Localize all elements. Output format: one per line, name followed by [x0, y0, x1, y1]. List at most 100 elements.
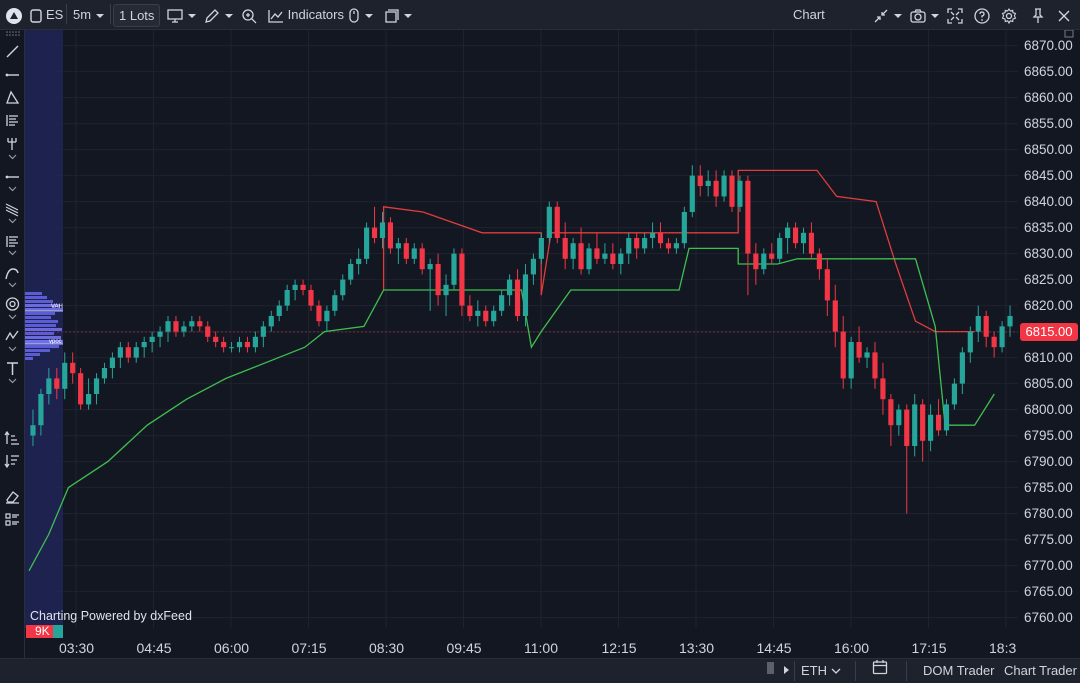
candle-body: [38, 394, 44, 426]
candle-body: [649, 232, 656, 238]
fib-levels-icon[interactable]: [4, 233, 21, 250]
drawing-toolbar: [0, 30, 25, 658]
help-button[interactable]: [974, 0, 990, 29]
long-position-icon[interactable]: [4, 430, 21, 447]
chart-trader-button[interactable]: Chart Trader: [1004, 659, 1077, 683]
price-tick-label: 6790.00: [1024, 454, 1073, 469]
symbol-button[interactable]: ES: [46, 0, 63, 29]
candle-body: [93, 378, 100, 394]
candle-body: [316, 305, 322, 322]
candle-body: [570, 243, 576, 259]
candle-body: [387, 222, 394, 249]
price-tick-label: 6870.00: [1024, 38, 1073, 53]
indicators-button[interactable]: Indicators: [268, 0, 344, 29]
candle-body: [729, 175, 735, 207]
drag-handle-icon[interactable]: [4, 30, 21, 38]
time-scale[interactable]: 03:30 04:45 06:00 07:15 08:30 09:45 11:00 12:15…: [59, 640, 1016, 656]
zoom-button[interactable]: [241, 0, 257, 29]
price-tick-label: 6825.00: [1024, 272, 1073, 287]
price-tick-label: 6810.00: [1024, 350, 1073, 365]
fullscreen-button[interactable]: [873, 0, 903, 29]
candle-body: [594, 248, 600, 259]
candle-body: [991, 336, 997, 348]
price-chart[interactable]: VAH vpoc 6870.00 6865.00 6860.00 6855.00 685…: [25, 30, 1080, 658]
screenshot-button[interactable]: [910, 0, 940, 29]
horizontal-line-icon[interactable]: [4, 66, 21, 83]
price-tick-label: 6775.00: [1024, 532, 1073, 547]
expand-button[interactable]: [947, 0, 963, 29]
calendar-button[interactable]: [872, 659, 888, 683]
drawing-tool-button[interactable]: [204, 0, 234, 29]
zoom-in-icon: [242, 8, 257, 24]
candle-body: [348, 264, 354, 280]
time-tick-label: 08:30: [369, 640, 404, 656]
chevron-down-icon[interactable]: [8, 314, 17, 320]
candle-body: [244, 342, 251, 348]
dom-trader-button[interactable]: DOM Trader: [923, 659, 995, 683]
target-icon[interactable]: [4, 296, 21, 313]
price-tick-label: 6800.00: [1024, 402, 1073, 417]
chevron-down-icon[interactable]: [8, 186, 17, 192]
triangle-icon[interactable]: [4, 89, 21, 106]
time-tick-label: 11:00: [524, 640, 558, 656]
chevron-down-icon[interactable]: [8, 154, 17, 160]
candle-body: [721, 175, 727, 197]
text-icon[interactable]: [4, 360, 21, 377]
interval-button[interactable]: 5m: [73, 0, 105, 29]
chevron-down-icon: [831, 668, 841, 674]
settings-button[interactable]: [1001, 0, 1017, 29]
candle-body: [943, 404, 950, 431]
lots-input[interactable]: 1 Lots: [113, 4, 161, 27]
chevron-down-icon[interactable]: [8, 346, 17, 352]
parallel-channel-icon[interactable]: [4, 201, 21, 218]
time-tick-label: 09:45: [447, 640, 482, 656]
session-select[interactable]: ETH: [801, 659, 841, 683]
app-logo-icon[interactable]: [5, 0, 23, 29]
price-tick-label: 6865.00: [1024, 64, 1073, 79]
candle-body: [967, 331, 973, 353]
symbol-search-icon[interactable]: [30, 0, 42, 29]
replay-button[interactable]: [348, 0, 374, 29]
candle-body: [681, 212, 687, 244]
play-arrow-icon[interactable]: [783, 659, 791, 683]
close-button[interactable]: [1058, 0, 1070, 29]
price-tick-label: 6805.00: [1024, 376, 1073, 391]
chart-type-icon: [167, 8, 183, 23]
candle-body: [999, 326, 1005, 348]
object-tree-icon[interactable]: [4, 511, 21, 528]
chevron-down-icon[interactable]: [8, 218, 17, 224]
trend-line-icon[interactable]: [4, 43, 21, 60]
chevron-down-icon[interactable]: [8, 282, 17, 288]
candle-body: [133, 347, 139, 358]
candle-body: [753, 253, 759, 270]
help-icon: [974, 7, 990, 24]
layout-button[interactable]: [385, 0, 413, 29]
volume-badge: 9K: [26, 625, 63, 638]
chevron-down-icon: [95, 13, 104, 18]
candle-body: [252, 336, 258, 348]
price-tick-label: 6765.00: [1024, 584, 1073, 599]
price-tick-label: 6840.00: [1024, 194, 1073, 209]
scale-settings-icon[interactable]: [1064, 30, 1074, 38]
candle-body: [816, 253, 822, 270]
chart-type-button[interactable]: [167, 0, 197, 29]
short-position-icon[interactable]: [4, 453, 21, 470]
candle-body: [697, 175, 703, 186]
chevron-down-icon: [893, 13, 902, 18]
eraser-icon[interactable]: [4, 488, 21, 505]
pitchfork-icon[interactable]: [4, 136, 21, 153]
chevron-down-icon[interactable]: [8, 250, 17, 256]
brush-icon[interactable]: [4, 265, 21, 282]
candle-body: [840, 331, 846, 379]
fib-retracement-icon[interactable]: [4, 112, 21, 129]
scroll-handle[interactable]: [766, 659, 776, 683]
price-tick-label: 6760.00: [1024, 610, 1073, 625]
chevron-down-icon[interactable]: [8, 378, 17, 384]
ray-line-icon[interactable]: [4, 169, 21, 186]
divider: [906, 661, 907, 681]
pattern-icon[interactable]: [4, 328, 21, 345]
candle-body: [356, 258, 362, 264]
candle-body: [705, 180, 711, 186]
pin-button[interactable]: [1032, 0, 1044, 29]
candle-body: [920, 404, 926, 441]
